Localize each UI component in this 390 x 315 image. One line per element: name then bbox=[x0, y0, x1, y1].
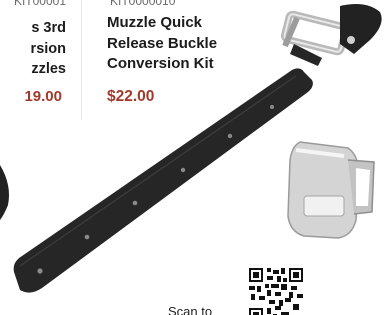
scan-label: Scan to bbox=[168, 304, 213, 315]
product-price: 19.00 bbox=[24, 88, 62, 105]
product-card-prev[interactable]: KIT00001 s 3rd rsion zzles 19.00 bbox=[0, 0, 76, 118]
product-card[interactable]: KIT0000010 Muzzle Quick Release Buckle C… bbox=[105, 0, 275, 110]
strap-fragment bbox=[0, 165, 9, 220]
quick-release-buckle bbox=[287, 141, 375, 239]
metal-buckle bbox=[281, 4, 382, 66]
card-divider bbox=[81, 0, 82, 120]
product-sku: KIT00001 bbox=[13, 0, 66, 8]
product-sku: KIT0000010 bbox=[110, 0, 176, 8]
qr-code-icon[interactable] bbox=[249, 268, 303, 315]
product-title[interactable]: Muzzle Quick Release Buckle Conversion K… bbox=[107, 13, 257, 75]
product-title[interactable]: s 3rd rsion zzles bbox=[0, 18, 66, 80]
product-price: $22.00 bbox=[107, 88, 155, 105]
